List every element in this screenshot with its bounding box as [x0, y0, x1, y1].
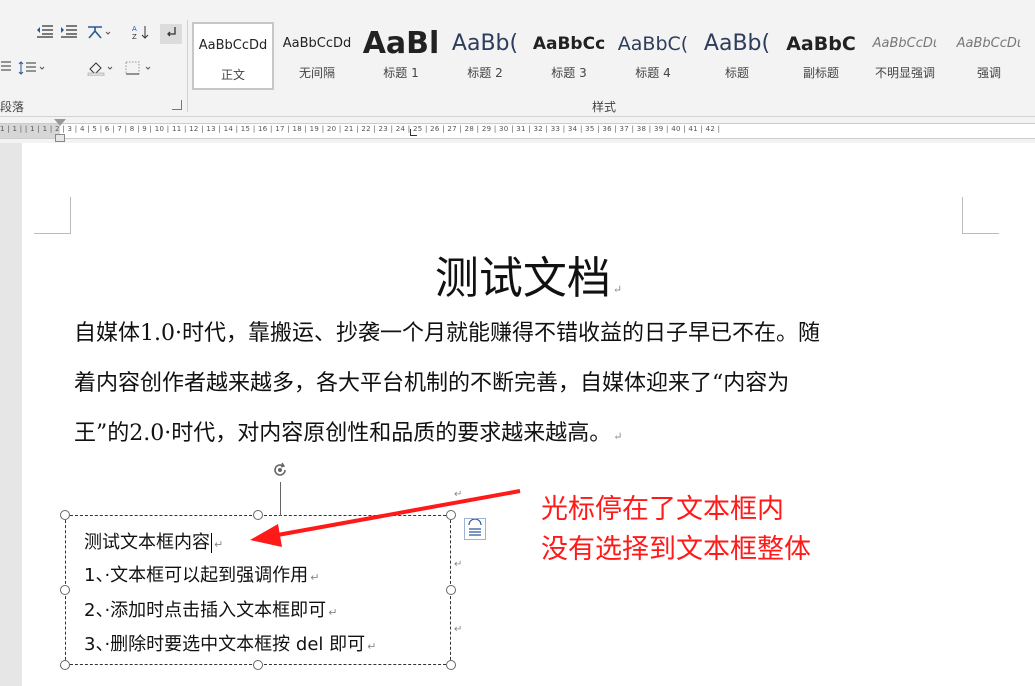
styles-group-label: 样式	[592, 100, 617, 114]
ruler-numbers: 1 | 1 | | 1 | 1 | 2 | 3 | 4 | 5 | 6 | 7 …	[0, 125, 721, 133]
style-preview: AaBbCcDd	[282, 36, 352, 51]
show-paragraph-marks-icon[interactable]	[160, 24, 182, 44]
style-name: 不明显强调	[874, 66, 935, 80]
style-item[interactable]: AaBbCc 标题 3	[528, 22, 610, 90]
style-preview: AaBbCcDι	[956, 36, 1022, 51]
style-item[interactable]: AaBbCcDι 不明显强调	[864, 22, 946, 90]
style-name: 标题 2	[467, 66, 503, 80]
style-item[interactable]: AaBbC 副标题	[780, 22, 862, 90]
horizontal-ruler[interactable]: 1 | 1 | | 1 | 1 | 2 | 3 | 4 | 5 | 6 | 7 …	[0, 117, 1035, 143]
styles-gallery: AaBbCcDd 正文 AaBbCcDd 无间隔 AaBl 标题 1 AaBb(标题 2 Aa…	[192, 22, 1035, 96]
style-preview: AaBb(	[703, 31, 771, 56]
style-item[interactable]: AaBbCcDd 无间隔	[276, 22, 358, 90]
borders-icon[interactable]	[122, 60, 156, 80]
style-name: 正文	[220, 68, 245, 82]
left-indent-marker[interactable]	[55, 134, 65, 142]
first-line-indent-marker[interactable]	[54, 119, 66, 126]
style-preview: AaBl	[362, 26, 440, 61]
decrease-indent-icon[interactable]	[34, 24, 56, 44]
style-item[interactable]: AaBb( 标题 2	[444, 22, 526, 90]
shading-icon[interactable]	[84, 60, 118, 80]
style-name: 强调	[976, 66, 1001, 80]
svg-text:Z: Z	[132, 33, 137, 40]
style-name: 无间隔	[298, 66, 335, 80]
group-divider	[187, 20, 188, 112]
chinese-layout-icon[interactable]	[84, 24, 114, 44]
style-preview: AaBbCcDι	[872, 36, 938, 51]
justify-icon[interactable]	[0, 60, 12, 80]
style-preview: AaBbC(	[617, 33, 689, 55]
annotation-arrow	[250, 489, 521, 547]
style-item[interactable]: AaBl 标题 1	[360, 22, 442, 90]
style-name: 标题	[724, 66, 749, 80]
document-background	[0, 143, 22, 686]
style-preview: AaBb(	[451, 31, 519, 56]
style-item[interactable]: AaBbCcDd 正文	[192, 22, 274, 90]
style-name: 标题 3	[551, 66, 587, 80]
style-preview: AaBbCc	[532, 34, 606, 54]
tab-stop-marker[interactable]	[410, 129, 417, 136]
style-item[interactable]: AaBbCcDι 强调	[948, 22, 1030, 90]
line-spacing-icon[interactable]	[16, 60, 50, 80]
style-preview: AaBbC	[786, 33, 856, 55]
paragraph-group-label: 段落	[0, 100, 25, 114]
style-item[interactable]: AaBbC( 标题 4	[612, 22, 694, 90]
paragraph-dialog-launcher-icon[interactable]	[172, 100, 182, 110]
document-page[interactable]: 测试文档 ↵ 自媒体1.0·时代，靠搬运、抄袭一个月就能赚得不错收益的日子早已不在…	[22, 143, 1035, 686]
ribbon: AZ 段落 AaBbCcDd 正文 AaBbCcDd 无间隔 AaBl 标题 1 AaBb(…	[0, 0, 1035, 117]
style-name: 标题 1	[383, 66, 419, 80]
ruler-track: 1 | 1 | | 1 | 1 | 2 | 3 | 4 | 5 | 6 | 7 …	[0, 123, 1035, 139]
style-name: 标题 4	[635, 66, 671, 80]
svg-text:A: A	[132, 25, 137, 33]
sort-icon[interactable]: AZ	[130, 24, 152, 44]
increase-indent-icon[interactable]	[58, 24, 80, 44]
style-item[interactable]: AaBb( 标题	[696, 22, 778, 90]
style-preview: AaBbCcDd	[198, 38, 268, 53]
style-name: 副标题	[802, 66, 839, 80]
